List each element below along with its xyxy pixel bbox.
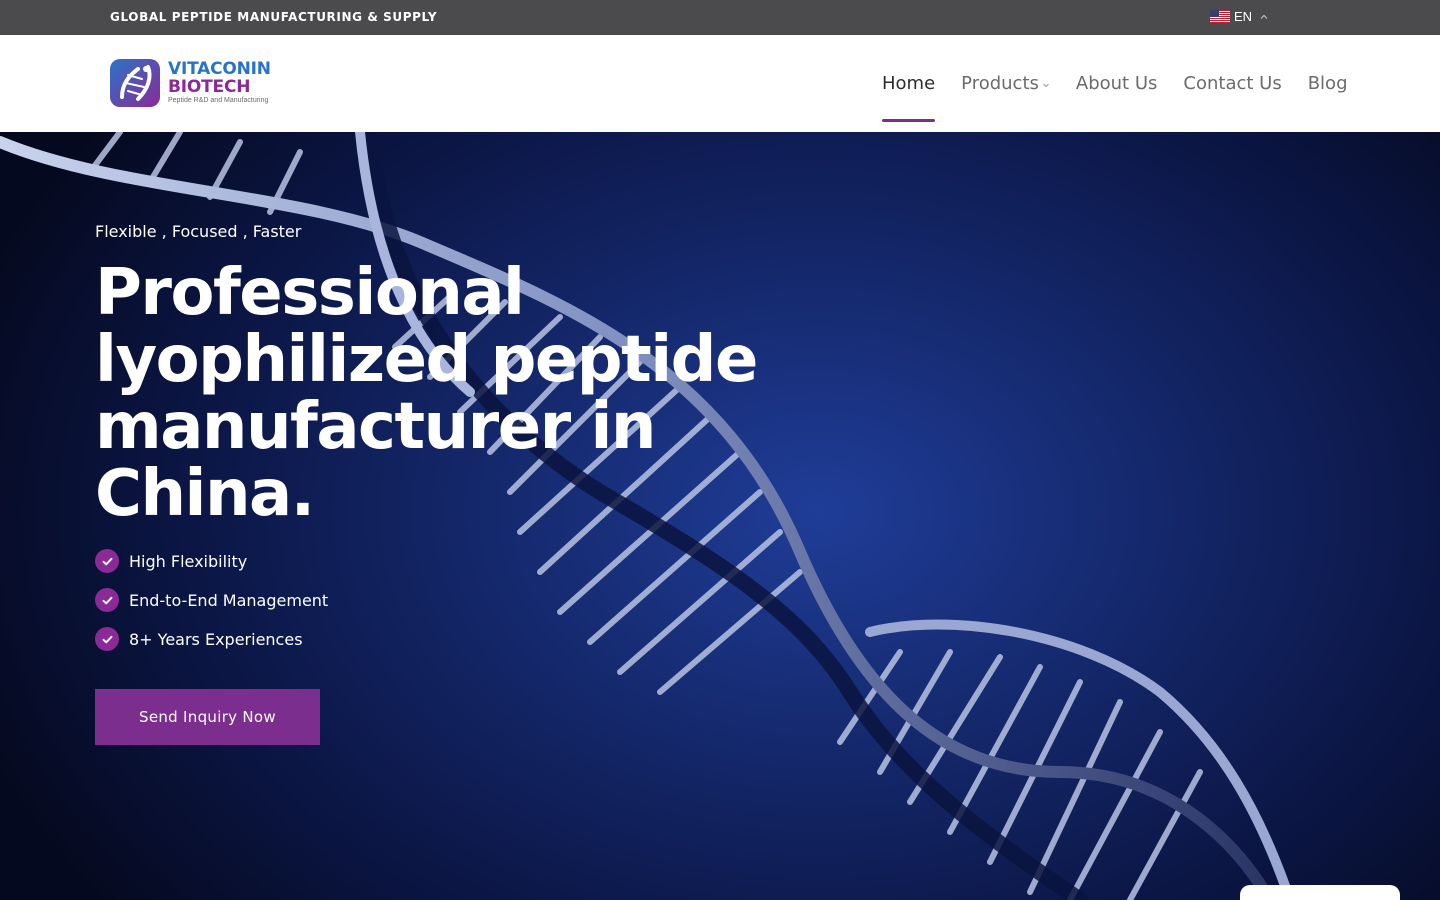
logo-line-2: BIOTECH — [168, 77, 251, 97]
hero-tagline: Flexible , Focused , Faster — [95, 222, 302, 241]
feature-label: End-to-End Management — [129, 590, 329, 610]
topbar-tagline: GLOBAL PEPTIDE MANUFACTURING & SUPPLY — [110, 10, 438, 24]
nav-item-label: Home — [882, 73, 936, 94]
list-item: End-to-End Management — [95, 588, 328, 612]
feature-label: High Flexibility — [129, 551, 248, 571]
feature-list: High Flexibility End-to-End Management 8… — [95, 549, 328, 666]
language-label: EN — [1234, 9, 1253, 24]
logo-line-3: Peptide R&D and Manufacturing — [168, 97, 269, 104]
nav-item-label: About Us — [1075, 73, 1158, 94]
us-flag-icon — [1210, 10, 1230, 23]
logo-line-1: VITACONIN — [168, 59, 271, 79]
site-header: VITACONIN BIOTECH Peptide R&D and Manufa… — [0, 35, 1440, 132]
hero-title: Professional lyophilized peptide manufac… — [95, 256, 758, 531]
nav-item-label: Products — [961, 73, 1039, 94]
nav-item-label: Contact Us — [1183, 73, 1282, 94]
feature-label: 8+ Years Experiences — [129, 629, 303, 649]
chat-widget-tab[interactable] — [1240, 885, 1400, 900]
nav-item-contact-us[interactable]: Contact Us — [1183, 73, 1281, 94]
chevron-down-icon — [1043, 83, 1049, 87]
list-item: High Flexibility — [95, 549, 328, 573]
language-selector[interactable]: EN — [1210, 9, 1269, 24]
check-circle-icon — [95, 627, 119, 651]
company-logo[interactable]: VITACONIN BIOTECH Peptide R&D and Manufa… — [108, 55, 278, 113]
chevron-up-icon — [1260, 14, 1268, 19]
nav-item-about-us[interactable]: About Us — [1076, 73, 1158, 94]
nav-item-home[interactable]: Home — [882, 73, 936, 122]
nav-item-label: Blog — [1307, 73, 1348, 94]
list-item: 8+ Years Experiences — [95, 627, 328, 651]
main-nav: Home Products About Us Contact Us Blog — [882, 73, 1374, 122]
check-circle-icon — [95, 549, 119, 573]
nav-item-blog[interactable]: Blog — [1308, 73, 1348, 94]
send-inquiry-button[interactable]: Send Inquiry Now — [95, 689, 320, 745]
nav-item-products[interactable]: Products — [961, 73, 1050, 94]
logo-mark-icon — [110, 59, 160, 107]
top-bar: GLOBAL PEPTIDE MANUFACTURING & SUPPLY EN — [0, 0, 1440, 35]
hero-section: Flexible , Focused , Faster Professional… — [0, 132, 1440, 900]
check-circle-icon — [95, 588, 119, 612]
